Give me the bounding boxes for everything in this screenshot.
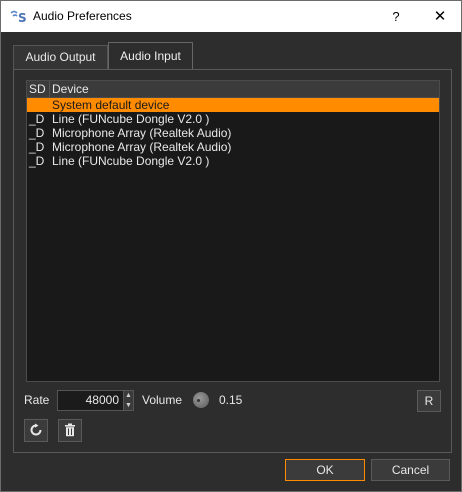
help-button[interactable]: ?: [381, 5, 411, 29]
table-row[interactable]: _D Microphone Array (Realtek Audio): [27, 140, 439, 154]
title-bar: S Audio Preferences ? ✕: [1, 1, 461, 32]
table-row[interactable]: _D Microphone Array (Realtek Audio): [27, 126, 439, 140]
stepper-up-icon[interactable]: ▲: [124, 391, 133, 400]
row-device: Microphone Array (Realtek Audio): [52, 126, 232, 140]
stepper-down-icon[interactable]: ▼: [124, 401, 133, 410]
table-row[interactable]: System default device: [27, 98, 439, 112]
rate-input[interactable]: 48000: [57, 390, 124, 411]
table-header: SD Device: [27, 81, 439, 98]
cancel-button[interactable]: Cancel: [371, 459, 450, 481]
close-button[interactable]: ✕: [425, 5, 455, 29]
rate-value: 48000: [85, 393, 119, 407]
refresh-icon: [30, 423, 42, 436]
rate-stepper[interactable]: ▲ ▼: [123, 390, 134, 411]
reset-r-button[interactable]: R: [417, 390, 441, 412]
column-header-sd[interactable]: SD: [29, 81, 50, 97]
volume-value: 0.15: [219, 393, 243, 407]
row-device: Line (FUNcube Dongle V2.0 ): [52, 112, 210, 126]
table-row[interactable]: _D Line (FUNcube Dongle V2.0 ): [27, 154, 439, 168]
row-device: Microphone Array (Realtek Audio): [52, 140, 232, 154]
volume-label: Volume: [142, 393, 183, 407]
audio-input-panel: SD Device System default device _D Line …: [13, 69, 452, 453]
row-sd: _D: [29, 126, 45, 140]
audio-preferences-dialog: S Audio Preferences ? ✕ Audio Output Aud…: [0, 0, 462, 492]
delete-button[interactable]: [58, 419, 82, 442]
tab-audio-output[interactable]: Audio Output: [13, 45, 108, 69]
table-row[interactable]: _D Line (FUNcube Dongle V2.0 ): [27, 112, 439, 126]
row-sd: _D: [29, 154, 45, 168]
volume-dial[interactable]: [193, 392, 209, 408]
ok-button[interactable]: OK: [285, 459, 365, 481]
window-title: Audio Preferences: [33, 9, 132, 23]
app-logo-icon: S: [10, 10, 27, 24]
device-table[interactable]: SD Device System default device _D Line …: [26, 80, 440, 382]
row-sd: _D: [29, 112, 45, 126]
row-sd: _D: [29, 140, 45, 154]
row-device: Line (FUNcube Dongle V2.0 ): [52, 154, 210, 168]
dial-indicator: [197, 399, 200, 402]
column-header-device[interactable]: Device: [52, 81, 89, 97]
tab-audio-input[interactable]: Audio Input: [108, 42, 193, 70]
refresh-button[interactable]: [24, 419, 48, 442]
trash-icon: [65, 423, 75, 437]
row-device: System default device: [52, 98, 170, 112]
rate-label: Rate: [24, 393, 50, 407]
svg-text:S: S: [18, 11, 27, 24]
